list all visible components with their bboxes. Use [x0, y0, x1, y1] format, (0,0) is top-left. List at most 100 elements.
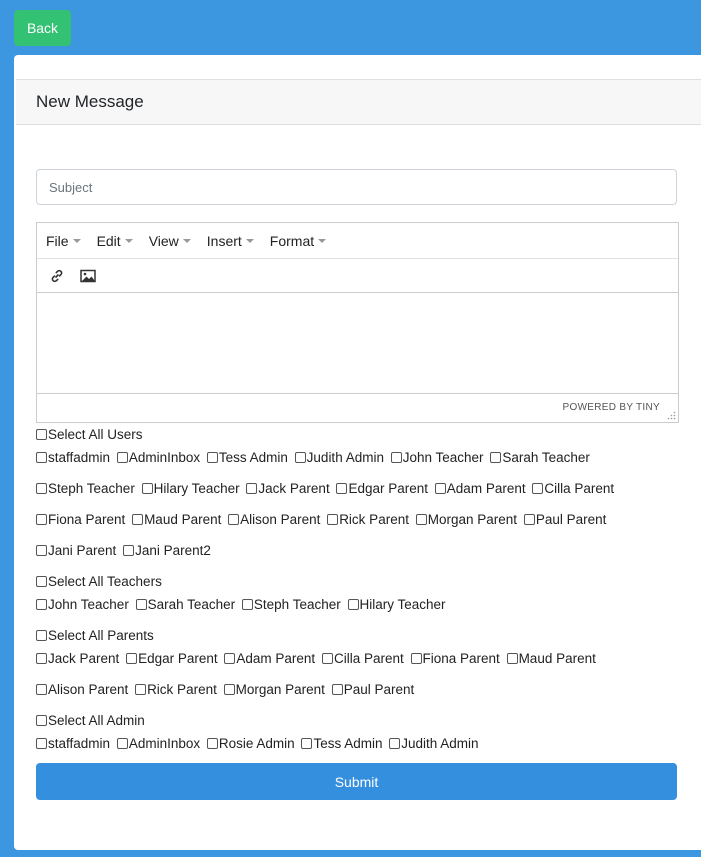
recipient-checkbox[interactable]: Edgar Parent	[126, 651, 218, 666]
recipient-checkbox[interactable]: Cilla Parent	[532, 481, 614, 496]
checkbox-box[interactable]	[327, 514, 339, 525]
checkbox-box[interactable]	[223, 684, 235, 695]
checkbox-box[interactable]	[36, 738, 47, 749]
powered-by-tiny-link[interactable]: POWERED BY TINY	[563, 402, 660, 413]
select-all-parents-checkbox[interactable]: Select All Parents	[36, 628, 154, 643]
recipient-checkbox[interactable]: Adam Parent	[224, 651, 315, 666]
checkbox-box[interactable]	[123, 545, 135, 556]
menu-file[interactable]: File	[46, 233, 81, 249]
recipient-checkbox[interactable]: Steph Teacher	[36, 481, 135, 496]
image-icon[interactable]	[77, 265, 99, 287]
recipient-checkbox[interactable]: John Teacher	[390, 450, 484, 465]
editor-content-area[interactable]	[37, 293, 678, 394]
checkbox-box[interactable]	[241, 599, 253, 610]
checkbox-box[interactable]	[116, 738, 128, 749]
recipient-checkbox[interactable]: Rick Parent	[135, 682, 217, 697]
recipient-checkbox[interactable]: Fiona Parent	[410, 651, 500, 666]
checkbox-box[interactable]	[36, 483, 47, 494]
recipient-checkbox[interactable]: Edgar Parent	[336, 481, 428, 496]
checkbox-box[interactable]	[126, 653, 138, 664]
checkbox-box[interactable]	[36, 545, 47, 556]
checkbox-box[interactable]	[36, 514, 47, 525]
checkbox-box[interactable]	[132, 514, 144, 525]
checkbox-box[interactable]	[36, 429, 47, 440]
menu-edit[interactable]: Edit	[97, 233, 133, 249]
recipient-checkbox[interactable]: Morgan Parent	[223, 682, 325, 697]
checkbox-box[interactable]	[389, 738, 401, 749]
checkbox-box[interactable]	[116, 452, 128, 463]
recipient-checkbox[interactable]: Tess Admin	[301, 736, 382, 751]
menu-view[interactable]: View	[149, 233, 191, 249]
recipient-checkbox[interactable]: Morgan Parent	[415, 512, 517, 527]
checkbox-box[interactable]	[434, 483, 446, 494]
checkbox-box[interactable]	[390, 452, 402, 463]
menu-format[interactable]: Format	[270, 233, 327, 249]
checkbox-box[interactable]	[141, 483, 153, 494]
checkbox-box[interactable]	[336, 483, 348, 494]
recipient-checkbox[interactable]: Maud Parent	[132, 512, 221, 527]
back-button[interactable]: Back	[14, 10, 71, 46]
checkbox-box[interactable]	[532, 483, 544, 494]
checkbox-box[interactable]	[36, 715, 47, 726]
recipient-checkbox[interactable]: Rosie Admin	[206, 736, 295, 751]
select-all-teachers-checkbox[interactable]: Select All Teachers	[36, 574, 162, 589]
recipient-checkbox[interactable]: Judith Admin	[294, 450, 384, 465]
recipient-checkbox[interactable]: Steph Teacher	[241, 597, 341, 612]
recipient-checkbox[interactable]: Jani Parent	[36, 543, 116, 558]
recipient-checkbox[interactable]: Rick Parent	[327, 512, 409, 527]
recipient-checkbox[interactable]: Maud Parent	[506, 651, 596, 666]
checkbox-box[interactable]	[36, 599, 47, 610]
recipient-checkbox[interactable]: Hilary Teacher	[347, 597, 446, 612]
recipient-label: Tess Admin	[218, 450, 288, 465]
checkbox-box[interactable]	[36, 630, 47, 641]
recipient-checkbox[interactable]: staffadmin	[36, 736, 110, 751]
recipient-checkbox[interactable]: Jani Parent2	[123, 543, 211, 558]
recipient-checkbox[interactable]: Judith Admin	[389, 736, 479, 751]
resize-handle-icon[interactable]	[666, 410, 676, 420]
checkbox-box[interactable]	[135, 599, 147, 610]
recipient-checkbox[interactable]: John Teacher	[36, 597, 129, 612]
checkbox-box[interactable]	[206, 738, 218, 749]
link-icon[interactable]	[46, 265, 68, 287]
recipient-checkbox[interactable]: AdminInbox	[116, 450, 200, 465]
recipient-checkbox[interactable]: Jack Parent	[246, 481, 330, 496]
recipient-checkbox[interactable]: Alison Parent	[36, 682, 128, 697]
checkbox-box[interactable]	[331, 684, 343, 695]
recipient-checkbox[interactable]: staffadmin	[36, 450, 110, 465]
recipient-checkbox[interactable]: Paul Parent	[523, 512, 606, 527]
recipient-checkbox[interactable]: Sarah Teacher	[490, 450, 590, 465]
recipient-checkbox[interactable]: Fiona Parent	[36, 512, 125, 527]
checkbox-box[interactable]	[347, 599, 359, 610]
recipient-checkbox[interactable]: Alison Parent	[228, 512, 320, 527]
checkbox-box[interactable]	[321, 653, 333, 664]
recipient-checkbox[interactable]: Jack Parent	[36, 651, 119, 666]
recipient-checkbox[interactable]: Tess Admin	[206, 450, 288, 465]
checkbox-box[interactable]	[36, 653, 47, 664]
checkbox-box[interactable]	[246, 483, 258, 494]
recipient-checkbox[interactable]: Sarah Teacher	[135, 597, 235, 612]
recipient-checkbox[interactable]: Adam Parent	[434, 481, 526, 496]
recipient-checkbox[interactable]: Cilla Parent	[321, 651, 404, 666]
checkbox-box[interactable]	[206, 452, 218, 463]
select-all-admin-checkbox[interactable]: Select All Admin	[36, 713, 145, 728]
checkbox-box[interactable]	[301, 738, 313, 749]
checkbox-box[interactable]	[135, 684, 147, 695]
checkbox-box[interactable]	[36, 452, 47, 463]
checkbox-box[interactable]	[415, 514, 427, 525]
subject-input[interactable]	[36, 169, 677, 205]
checkbox-box[interactable]	[490, 452, 502, 463]
checkbox-box[interactable]	[523, 514, 535, 525]
checkbox-box[interactable]	[224, 653, 236, 664]
checkbox-box[interactable]	[228, 514, 240, 525]
checkbox-box[interactable]	[36, 576, 47, 587]
checkbox-box[interactable]	[410, 653, 422, 664]
checkbox-box[interactable]	[294, 452, 306, 463]
recipient-checkbox[interactable]: Hilary Teacher	[141, 481, 240, 496]
submit-button[interactable]: Submit	[36, 763, 677, 800]
checkbox-box[interactable]	[506, 653, 518, 664]
recipient-checkbox[interactable]: AdminInbox	[116, 736, 200, 751]
recipient-checkbox[interactable]: Paul Parent	[331, 682, 414, 697]
select-all-users-checkbox[interactable]: Select All Users	[36, 427, 143, 442]
checkbox-box[interactable]	[36, 684, 47, 695]
menu-insert[interactable]: Insert	[207, 233, 254, 249]
